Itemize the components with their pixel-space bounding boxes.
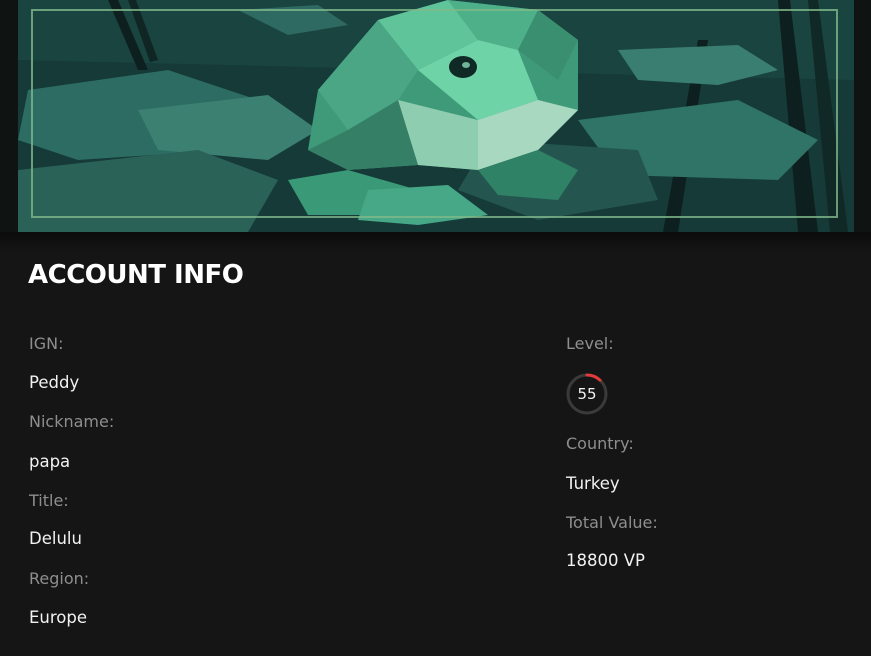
- account-info-card: ACCOUNT INFO IGN: Peddy Nickname: papa T…: [0, 0, 871, 656]
- country-label: Country:: [566, 434, 634, 453]
- ign-label: IGN:: [29, 334, 64, 353]
- level-value: 55: [577, 385, 597, 403]
- banner-image-frog: [18, 0, 854, 232]
- title-value: Delulu: [29, 529, 82, 548]
- region-value: Europe: [29, 608, 88, 627]
- section-title: ACCOUNT INFO: [28, 260, 244, 290]
- banner-divider: [0, 232, 871, 252]
- level-label: Level:: [566, 334, 614, 353]
- banner-background: [0, 0, 871, 238]
- title-label: Title:: [29, 491, 69, 510]
- ign-value: Peddy: [29, 373, 80, 392]
- country-value: Turkey: [566, 474, 620, 493]
- total-value-label: Total Value:: [566, 513, 658, 532]
- nickname-value: papa: [29, 452, 71, 471]
- total-value: 18800 VP: [566, 551, 645, 570]
- region-label: Region:: [29, 569, 90, 588]
- nickname-label: Nickname:: [29, 412, 115, 431]
